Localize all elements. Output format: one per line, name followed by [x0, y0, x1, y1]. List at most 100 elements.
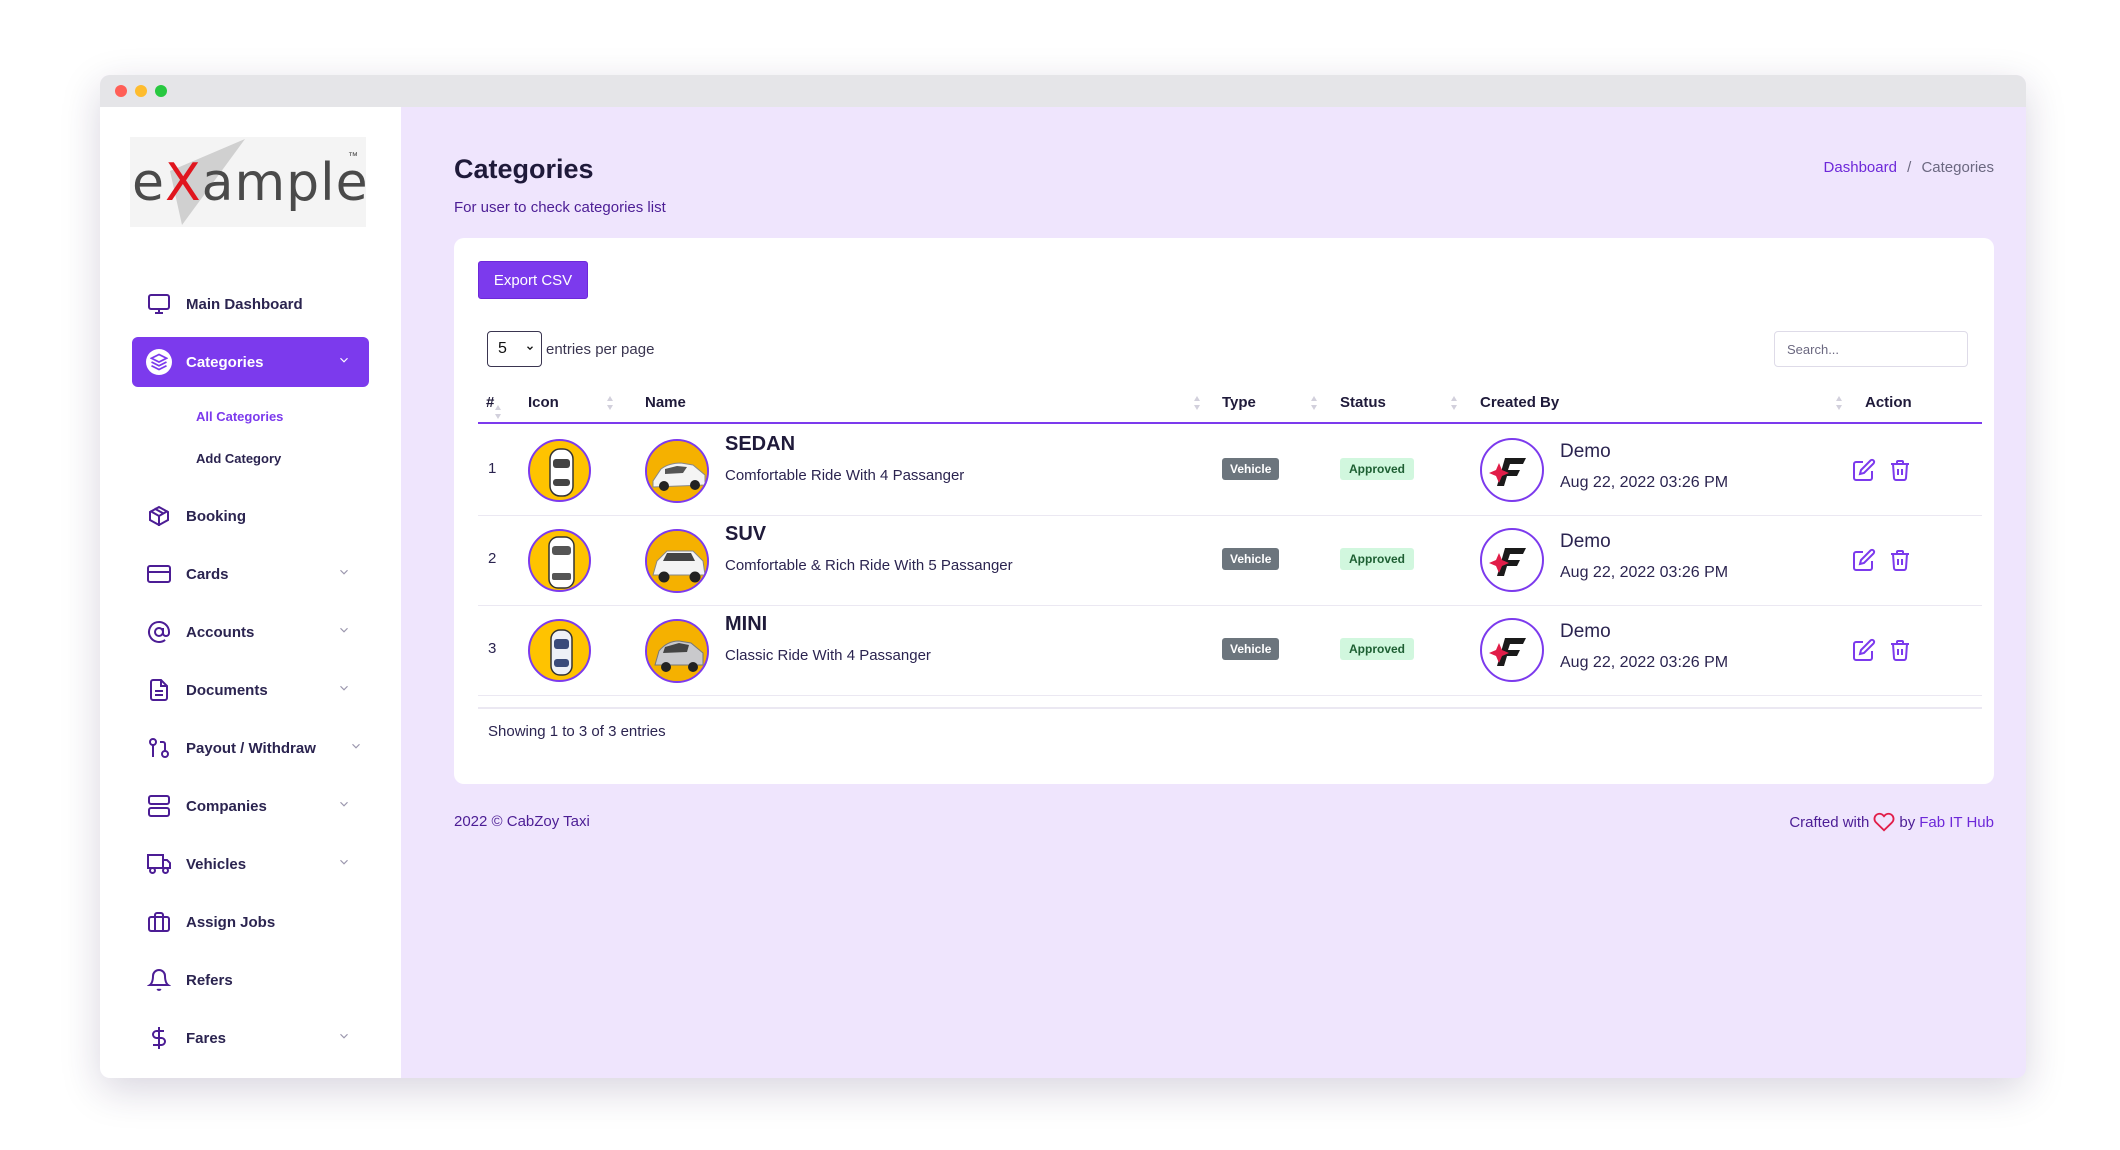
heart-icon	[1873, 812, 1895, 832]
chevron-down-icon	[340, 357, 348, 363]
sidebar-item-fares[interactable]: Fares	[132, 1013, 369, 1063]
search-input[interactable]: Search...	[1774, 331, 1968, 367]
category-name: SUV	[725, 523, 767, 545]
logo[interactable]: eXample ™	[130, 137, 369, 227]
page-subtitle: For user to check categories list	[454, 199, 666, 216]
table-row: 2 SUV Comfortable & Rich Ride With 5 Pas…	[478, 516, 1982, 606]
sort-icon[interactable]	[1835, 395, 1843, 411]
column-header-icon[interactable]: Icon	[528, 394, 559, 411]
creator-avatar	[1480, 618, 1544, 682]
sidebar-item-assign-jobs[interactable]: Assign Jobs	[132, 897, 369, 947]
sidebar-item-documents[interactable]: Documents	[132, 665, 369, 715]
dollar-icon	[146, 1025, 172, 1051]
status-badge: Approved	[1340, 548, 1415, 570]
delete-icon[interactable]	[1888, 548, 1912, 572]
created-date: Aug 22, 2022 03:26 PM	[1560, 654, 1729, 671]
edit-icon[interactable]	[1852, 458, 1876, 482]
git-pull-icon	[146, 735, 172, 761]
breadcrumb-current: Categories	[1921, 159, 1994, 176]
sidebar-item-main-dashboard[interactable]: Main Dashboard	[132, 279, 369, 329]
suv-topview-icon	[528, 529, 591, 592]
status-badge: Approved	[1340, 638, 1415, 660]
chevron-down-icon	[340, 685, 348, 691]
close-window-button[interactable]	[115, 85, 127, 97]
sort-icon[interactable]	[606, 395, 614, 411]
footer-copyright: 2022 © CabZoy Taxi	[454, 813, 590, 830]
sidebar-item-label: Fares	[186, 1029, 227, 1047]
sidebar-item-categories[interactable]: Categories	[132, 337, 369, 387]
sedan-photo	[645, 439, 709, 503]
page-title: Categories	[454, 154, 594, 184]
created-date: Aug 22, 2022 03:26 PM	[1560, 564, 1729, 581]
sidebar-item-cards[interactable]: Cards	[132, 549, 369, 599]
entries-select[interactable]: 5	[487, 331, 542, 367]
category-description: Comfortable & Rich Ride With 5 Passanger	[725, 557, 1013, 574]
categories-card: Export CSV 5 entries per page Search... …	[454, 238, 1994, 784]
sidebar-item-label: Refers	[186, 971, 233, 989]
column-header-status[interactable]: Status	[1340, 394, 1386, 411]
edit-icon[interactable]	[1852, 548, 1876, 572]
chevron-down-icon	[340, 801, 348, 807]
sidebar-item-payout-withdraw[interactable]: Payout / Withdraw	[132, 723, 369, 773]
minimize-window-button[interactable]	[135, 85, 147, 97]
chevron-down-icon	[340, 569, 348, 575]
delete-icon[interactable]	[1888, 458, 1912, 482]
chevron-down-icon	[340, 1033, 348, 1039]
sidebar-item-vehicles[interactable]: Vehicles	[132, 839, 369, 889]
app-window: eXample ™ Main Dashboard Categories All …	[100, 75, 2026, 1078]
edit-icon[interactable]	[1852, 638, 1876, 662]
creator-name: Demo	[1560, 531, 1611, 552]
column-header-name[interactable]: Name	[645, 394, 686, 411]
sidebar-item-refers[interactable]: Refers	[132, 955, 369, 1005]
subitem-add-category[interactable]: Add Category	[132, 437, 369, 479]
table-row: 3 MINI Classic Ride With 4 Passanger Veh…	[478, 606, 1982, 696]
sort-icon[interactable]	[494, 404, 502, 420]
type-badge: Vehicle	[1222, 458, 1280, 480]
footer-brand-link[interactable]: Fab IT Hub	[1919, 814, 1994, 831]
delete-icon[interactable]	[1888, 638, 1912, 662]
logo-trademark: ™	[348, 151, 358, 162]
table-header: # Icon Name Type Status Created By Actio…	[478, 382, 1982, 424]
column-header-type[interactable]: Type	[1222, 394, 1256, 411]
sidebar-item-label: Cards	[186, 565, 229, 583]
column-header-created-by[interactable]: Created By	[1480, 394, 1559, 411]
column-header-action: Action	[1865, 394, 1912, 411]
sort-icon[interactable]	[1193, 395, 1201, 411]
sidebar-item-label: Booking	[186, 507, 246, 525]
title-bar	[100, 75, 2026, 107]
maximize-window-button[interactable]	[155, 85, 167, 97]
subitem-all-categories[interactable]: All Categories	[132, 395, 369, 437]
sidebar-nav: Main Dashboard Categories All Categories…	[132, 279, 369, 1071]
status-badge: Approved	[1340, 458, 1415, 480]
type-badge: Vehicle	[1222, 548, 1280, 570]
sidebar-item-booking[interactable]: Booking	[132, 491, 369, 541]
category-description: Comfortable Ride With 4 Passanger	[725, 467, 965, 484]
sidebar-item-label: Accounts	[186, 623, 255, 641]
category-name: MINI	[725, 613, 768, 635]
breadcrumb-dashboard-link[interactable]: Dashboard	[1824, 159, 1897, 176]
monitor-icon	[146, 291, 172, 317]
logo-text: eXample	[132, 153, 369, 213]
sort-icon[interactable]	[1450, 395, 1458, 411]
row-number: 2	[488, 550, 497, 567]
breadcrumb-separator: /	[1907, 159, 1912, 176]
pagination-info: Showing 1 to 3 of 3 entries	[488, 723, 666, 740]
main-content: Categories For user to check categories …	[401, 107, 2026, 1078]
box-icon	[146, 503, 172, 529]
row-number: 1	[488, 460, 497, 477]
mini-topview-icon	[528, 619, 591, 682]
sidebar-item-companies[interactable]: Companies	[132, 781, 369, 831]
chevron-down-icon	[527, 346, 533, 351]
server-icon	[146, 793, 172, 819]
sidebar-item-label: Payout / Withdraw	[186, 739, 316, 757]
export-csv-button[interactable]: Export CSV	[478, 261, 588, 299]
sidebar-item-accounts[interactable]: Accounts	[132, 607, 369, 657]
category-description: Classic Ride With 4 Passanger	[725, 647, 931, 664]
sort-icon[interactable]	[1310, 395, 1318, 411]
creator-avatar	[1480, 438, 1544, 502]
table-divider	[478, 707, 1982, 709]
at-sign-icon	[146, 619, 172, 645]
chevron-down-icon	[340, 627, 348, 633]
chevron-down-icon	[352, 743, 360, 749]
sidebar-item-label: Documents	[186, 681, 268, 699]
